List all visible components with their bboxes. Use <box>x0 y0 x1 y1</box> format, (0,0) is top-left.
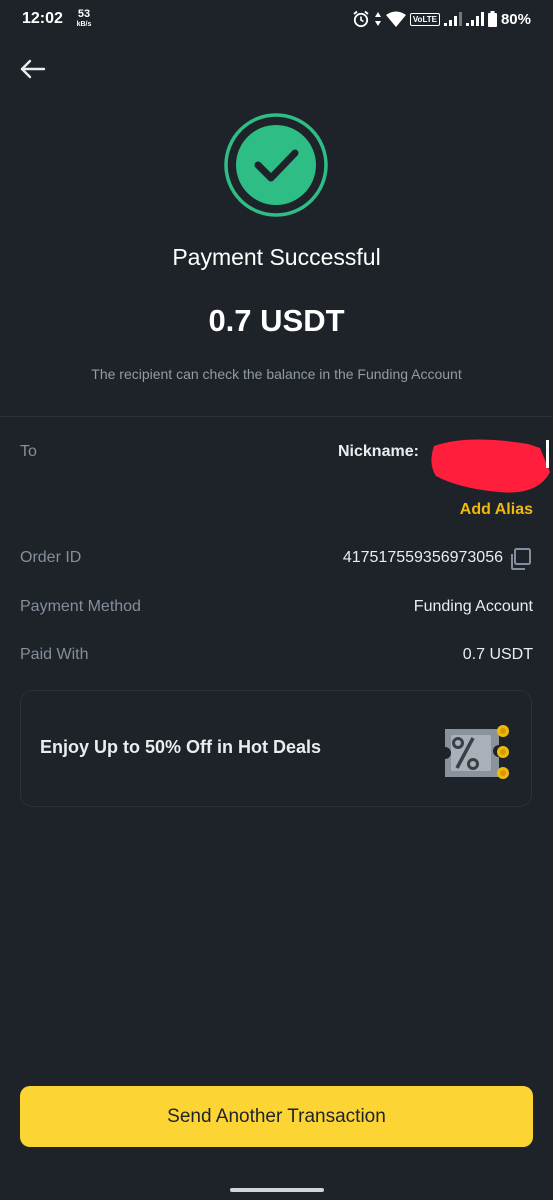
data-arrows-icon <box>374 12 381 26</box>
promo-text: Enjoy Up to 50% Off in Hot Deals <box>40 737 322 757</box>
nickname-label: Nickname: <box>338 443 419 460</box>
add-alias-link[interactable]: Add Alias <box>460 501 533 519</box>
battery-percent: 80% <box>500 10 531 28</box>
order-id-label: Order ID <box>20 549 82 566</box>
wifi-icon <box>385 11 406 27</box>
page-title: Payment Successful <box>172 244 381 270</box>
paid-with-value: 0.7 USDT <box>462 646 533 663</box>
status-bar: 12:02 53 kB/s VoLTE 80% <box>0 0 553 40</box>
to-label: To <box>20 443 37 460</box>
network-speed: 53 kB/s <box>74 8 94 29</box>
send-another-transaction-label: Send Another Transaction <box>167 1105 386 1127</box>
status-icons: VoLTE 80% <box>352 9 531 29</box>
checkmark-circle-icon <box>224 113 328 217</box>
discount-ticket-icon <box>445 725 509 779</box>
signal-icon-2 <box>465 12 484 26</box>
payment-amount: 0.7 USDT <box>208 303 345 338</box>
redaction-scribble <box>431 439 550 493</box>
back-arrow-icon <box>20 59 46 79</box>
hot-deals-promo-card[interactable]: Enjoy Up to 50% Off in Hot Deals <box>20 690 532 807</box>
divider <box>0 416 553 417</box>
battery-icon <box>487 11 497 27</box>
alarm-icon <box>353 10 369 28</box>
network-speed-value: 53 <box>77 8 91 20</box>
paid-with-label: Paid With <box>20 646 89 663</box>
status-time: 12:02 <box>22 10 63 27</box>
payment-method-value: Funding Account <box>413 598 533 615</box>
home-indicator[interactable] <box>230 1188 324 1192</box>
balance-note: The recipient can check the balance in t… <box>91 366 462 382</box>
copy-icon[interactable] <box>508 547 532 571</box>
payment-method-label: Payment Method <box>20 598 141 615</box>
signal-icon-1 <box>443 12 462 26</box>
order-id-value: 417517559356973056 <box>342 549 503 566</box>
volte-badge: VoLTE <box>409 12 440 26</box>
back-button[interactable] <box>18 56 48 82</box>
network-speed-unit: kB/s <box>76 21 92 28</box>
send-another-transaction-button[interactable]: Send Another Transaction <box>20 1086 533 1147</box>
